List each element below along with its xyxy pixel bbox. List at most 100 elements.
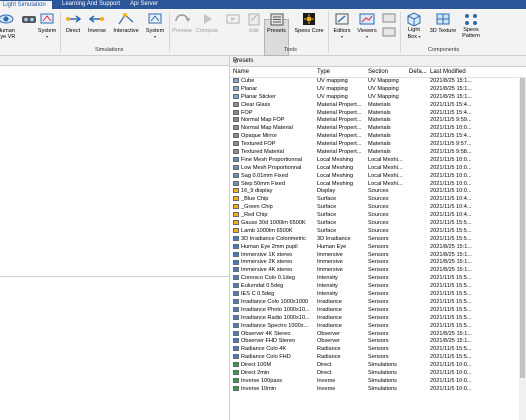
row-name: _Red Chip	[241, 212, 268, 219]
table-row[interactable]: Immersive 1K stereo Immersive Sensors 2021/…	[230, 252, 526, 260]
row-type: Radiance	[317, 346, 341, 353]
structure-panel	[0, 56, 230, 420]
table-row[interactable]: Clear Glass Material Propert... Materials 2…	[230, 102, 526, 110]
tab-light-simulation[interactable]: Light Simulation	[0, 0, 52, 9]
editors-button[interactable]: Editors ▾	[330, 11, 354, 40]
table-row[interactable]: Sag 0.01mm Fixed Local Meshing Local Meshi…	[230, 173, 526, 181]
table-row[interactable]: IES C 0.5deg Intensity Sensors 2021/11/5 15…	[230, 291, 526, 299]
ribbon-tab-bar: Light Simulation Learning And Support Ap…	[0, 0, 526, 9]
table-row[interactable]: Eulumdat 0.5deg Intensity Sensors 2021/11/5…	[230, 283, 526, 291]
preview-button[interactable]: Preview	[171, 11, 193, 34]
viewers-button[interactable]: Viewers ▾	[355, 11, 379, 40]
table-row[interactable]: Direct 2min Direct Simulations 2021/11/5 10…	[230, 370, 526, 378]
column-header-name[interactable]: Name	[233, 69, 249, 75]
table-row[interactable]: Normal Map Material Material Propert... Ma…	[230, 125, 526, 133]
preset-type-icon	[233, 125, 239, 131]
row-last-modified: 2021/8/25 15:1...	[430, 338, 472, 345]
row-last-modified: 2021/11/5 10:0...	[430, 385, 472, 392]
table-row[interactable]: Radiance Colo 4K Radiance Sensors 2021/11/5…	[230, 346, 526, 354]
row-name-cell: IES C 0.5deg	[233, 291, 315, 299]
row-name-cell: Normal Map FOP	[233, 117, 315, 125]
column-header-section[interactable]: Section	[368, 69, 388, 75]
speos-core-button[interactable]: Speos Core	[292, 11, 326, 34]
gpu-compute-button[interactable]	[222, 11, 244, 28]
system-button-1[interactable]: System ▾	[36, 11, 58, 40]
table-row[interactable]: Textured Material Material Propert... Mate…	[230, 149, 526, 157]
viewers-icon	[359, 13, 375, 25]
column-header-last-modified[interactable]: Last Modified	[430, 69, 466, 75]
row-last-modified: 2021/11/5 9:57...	[430, 141, 472, 148]
scrollbar-thumb[interactable]	[520, 78, 525, 378]
table-row[interactable]: Textured FOP Material Propert... Materials…	[230, 141, 526, 149]
table-row[interactable]: Inverse 100pass Inverse Simulations 2021/11…	[230, 378, 526, 386]
column-header-default[interactable]: Defa...	[409, 69, 427, 75]
table-row[interactable]: Gauss 30d 1000lm 6500K Surface Sources 2021…	[230, 220, 526, 228]
direct-button[interactable]: Direct	[62, 11, 84, 34]
table-row[interactable]: Normal Map FOP Material Propert... Materia…	[230, 117, 526, 125]
tab-learning-and-support[interactable]: Learning And Support	[62, 0, 120, 9]
interactive-button[interactable]: Interactive	[110, 11, 142, 34]
light-box-button[interactable]: Light Box ▾	[403, 11, 425, 40]
table-row[interactable]: Immersive 2K stereo Immersive Sensors 2021/…	[230, 259, 526, 267]
separator	[169, 12, 170, 52]
table-row[interactable]: Irradiance Colo 1000x1000 Irradiance Senso…	[230, 299, 526, 307]
human-eye-icon	[0, 14, 14, 24]
row-type: Local Meshing	[317, 164, 354, 171]
interactive-simulation-icon	[118, 13, 134, 25]
table-row[interactable]: Planar Sticker UV mapping UV Mapping 2021/8…	[230, 94, 526, 102]
table-row[interactable]: Irradiance Photo 1000x10... Irradiance Sen…	[230, 307, 526, 315]
presets-button[interactable]: Presets	[264, 11, 289, 34]
inverse-button[interactable]: Inverse	[85, 11, 109, 34]
table-row[interactable]: Lamb 1000lm 6500K Surface Sources 2021/11/5…	[230, 228, 526, 236]
table-row[interactable]: Human Eye 2mm pupil Human Eye Sensors 2021/…	[230, 244, 526, 252]
table-row[interactable]: Opaque Mirror Material Propert... Material…	[230, 133, 526, 141]
table-row[interactable]: Observer 4K Stereo Observer Sensors 2021/8/…	[230, 331, 526, 339]
table-row[interactable]: Fine Mesh Proportionnal Local Meshing Loca…	[230, 157, 526, 165]
table-row[interactable]: Observer FHD Stereo Observer Sensors 2021/8…	[230, 338, 526, 346]
table-row[interactable]: Immersive 4K stereo Immersive Sensors 2021/…	[230, 267, 526, 275]
table-row[interactable]: _Blue Chip Surface Sources 2021/11/5 10:4..…	[230, 196, 526, 204]
row-section: Sensors	[368, 235, 389, 242]
compute-button[interactable]: Compute	[194, 11, 220, 34]
table-row[interactable]: Inverse 10min Inverse Simulations 2021/11/5…	[230, 386, 526, 394]
table-row[interactable]: Conosco Colo 0.1deg Intensity Sensors 2021/…	[230, 275, 526, 283]
3d-texture-button[interactable]: 3D Texture	[426, 11, 460, 34]
table-row[interactable]: 3D Irradiance Colorimetric 3D Irradiance S…	[230, 236, 526, 244]
table-row[interactable]: _Green Chip Surface Sources 2021/11/5 10:4.…	[230, 204, 526, 212]
preset-type-icon	[233, 377, 239, 383]
row-type: Surface	[317, 220, 337, 227]
import-small-button[interactable]	[381, 13, 397, 25]
row-name-cell: Lamb 1000lm 6500K	[233, 228, 315, 236]
3d-texture-icon	[436, 13, 450, 25]
edit-icon	[248, 13, 260, 26]
column-header-type[interactable]: Type	[317, 69, 330, 75]
export-small-button[interactable]	[381, 27, 397, 39]
row-name-cell: Immersive 1K stereo	[233, 252, 315, 260]
human-eye-vr-button[interactable]: Human Eye VR	[0, 11, 16, 40]
table-row[interactable]: Direct 100M Direct Simulations 2021/11/5 10…	[230, 362, 526, 370]
table-row[interactable]: Irradiance Radio 1000x10... Irradiance Sen…	[230, 315, 526, 323]
vertical-scrollbar[interactable]	[519, 78, 526, 420]
system-button-2[interactable]: System ▾	[143, 11, 167, 40]
presets-icon	[270, 13, 283, 26]
row-last-modified: 2021/11/5 10:0...	[430, 180, 472, 187]
row-last-modified: 2021/11/5 15:4...	[430, 109, 472, 116]
speos-pattern-label: Speos Pattern	[462, 27, 480, 39]
edit-button[interactable]: Edit	[245, 11, 263, 34]
preset-type-icon	[233, 156, 239, 162]
table-row[interactable]: 16_9 display Display Sources 2021/11/5 10:0…	[230, 188, 526, 196]
table-row[interactable]: Step 50mm Fixed Local Meshing Local Meshi.…	[230, 181, 526, 189]
table-row[interactable]: Cube UV mapping UV Mapping 2021/8/25 15:1..…	[230, 78, 526, 86]
panel-divider[interactable]	[0, 276, 229, 277]
table-row[interactable]: Irradiance Spectro 1000x... Irradiance Sen…	[230, 323, 526, 331]
vr-dropdown[interactable]	[20, 11, 36, 28]
table-row[interactable]: FOP Material Propert... Materials 2021/11/5…	[230, 110, 526, 118]
table-row[interactable]: Radiance Colo FHD Radiance Sensors 2021/11/…	[230, 354, 526, 362]
table-row[interactable]: Low Mesh Proportionnal Local Meshing Local…	[230, 165, 526, 173]
pin-icon[interactable]: ⊕	[233, 58, 522, 65]
table-row[interactable]: Planar UV mapping UV Mapping 2021/8/25 15:1…	[230, 86, 526, 94]
speos-pattern-button[interactable]: Speos Pattern	[460, 11, 482, 39]
preset-type-icon	[233, 291, 239, 297]
table-row[interactable]: _Red Chip Surface Sources 2021/11/5 10:4...	[230, 212, 526, 220]
tab-api-server[interactable]: Api Server	[130, 0, 158, 9]
